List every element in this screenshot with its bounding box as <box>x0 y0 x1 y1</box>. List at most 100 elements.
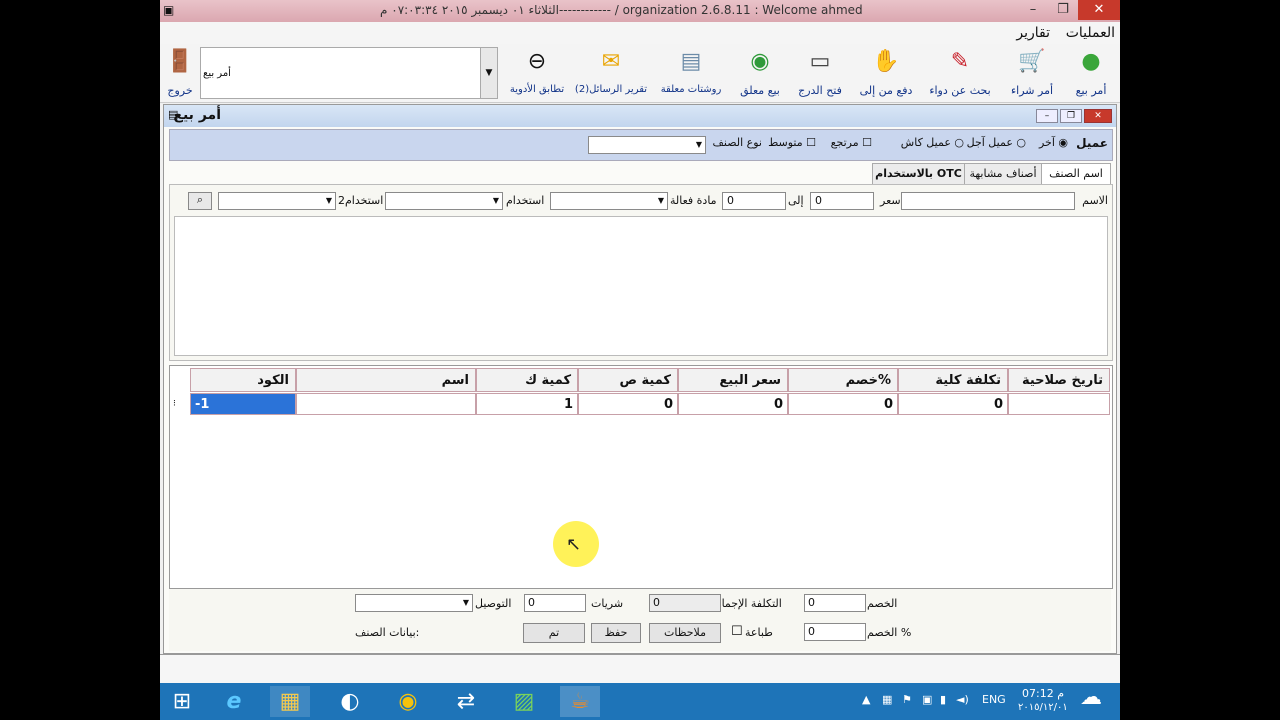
toolbar-payment[interactable]: ✋ دفع من إلى <box>852 46 920 100</box>
totals-panel: الخصم 0 التكلفة الإجمالية 0 شريات 0 التو… <box>169 589 1111 651</box>
maximize-button[interactable]: ❐ <box>1048 0 1078 20</box>
volume-icon[interactable]: ◄) <box>956 693 969 706</box>
save-button[interactable]: حفظ <box>591 623 641 643</box>
menu-operations[interactable]: العمليات <box>1066 25 1115 41</box>
child-maximize-button[interactable]: ❐ <box>1060 109 1082 123</box>
tray-flag-icon[interactable]: ⚑ <box>902 693 912 706</box>
taskbar-ie[interactable]: e <box>214 686 254 717</box>
tray-date[interactable]: ٢٠١٥/١٢/٠١ <box>1018 702 1068 713</box>
taskbar-java[interactable]: ☕ <box>560 686 600 717</box>
checkbox-icon: ☐ <box>862 136 872 149</box>
grid-header-qty-big[interactable]: كمية ك <box>476 368 578 392</box>
radio-cash-client[interactable]: عميل كاش ○ <box>901 136 964 149</box>
tab-otc-usage[interactable]: بالاستخدام OTC <box>872 163 965 184</box>
toolbar-sale-order[interactable]: ● أمر بيع <box>1064 46 1118 100</box>
radio-credit-client[interactable]: عميل آجل ○ <box>967 136 1026 149</box>
checkbox-icon: ☐ <box>806 136 816 149</box>
usage2-select[interactable]: ▼ <box>218 192 336 210</box>
tray-language[interactable]: ENG <box>982 693 1006 706</box>
minimize-button[interactable]: – <box>1018 0 1048 20</box>
grid-cell-sale-price[interactable]: 0 <box>678 393 788 415</box>
discount-percent-label: الخصم % <box>867 626 912 639</box>
folder-icon: ▦ <box>279 689 301 714</box>
messages-icon: ✉ <box>601 49 621 74</box>
strips-input[interactable]: 0 <box>524 594 586 612</box>
taskbar-teamviewer[interactable]: ⇄ <box>446 686 486 717</box>
grid-header-discount[interactable]: خصم% <box>788 368 898 392</box>
tab-similar-items[interactable]: أصناف مشابهة <box>964 163 1042 184</box>
menu-reports[interactable]: تقارير <box>1016 25 1050 41</box>
checkbox-returned[interactable]: مرتجع ☐ <box>831 136 872 149</box>
done-button[interactable]: تم <box>523 623 585 643</box>
purchase-cart-icon: 🛒 <box>1018 49 1046 74</box>
toolbar-purchase-order[interactable]: 🛒 أمر شراء <box>1002 46 1062 100</box>
start-button[interactable]: ⊞ <box>162 686 202 717</box>
grid-cell-code[interactable]: -1 <box>190 393 296 415</box>
chrome-icon: ◉ <box>398 689 418 714</box>
toolbar-pending-sale[interactable]: ◉ بيع معلق <box>732 46 788 100</box>
notes-button[interactable]: ملاحظات <box>649 623 721 643</box>
exit-button[interactable]: 🚪 خروج <box>162 46 198 100</box>
search-results-box[interactable] <box>174 216 1108 356</box>
tray-battery-icon[interactable]: ▮ <box>940 693 946 706</box>
total-cost-field: 0 <box>649 594 721 612</box>
internet-explorer-icon: e <box>226 689 242 714</box>
toolbar-messages-report[interactable]: ✉ تقرير الرسائل(2) <box>572 46 650 100</box>
menu-bar: العمليات تقارير <box>160 22 1120 44</box>
chevron-down-icon: ▼ <box>492 196 500 205</box>
chevron-down-icon[interactable]: ▼ <box>480 47 498 99</box>
close-button[interactable]: ✕ <box>1078 0 1120 20</box>
items-grid: الكود اسم كمية ك كمية ص سعر البيع خصم% ت… <box>169 365 1113 589</box>
taskbar-explorer[interactable]: ▦ <box>270 686 310 717</box>
child-minimize-button[interactable]: – <box>1036 109 1058 123</box>
toolbar: 🚪 خروج أمر بيع ▼ ⊖ تطابق الأدوية ✉ تقرير… <box>160 44 1120 103</box>
tray-time[interactable]: 07:12 م <box>1022 687 1064 700</box>
grid-header-total-cost[interactable]: تكلفة كلية <box>898 368 1008 392</box>
discount-percent-input[interactable]: 0 <box>804 623 866 641</box>
grid-header-qty-small[interactable]: كمية ص <box>578 368 678 392</box>
client-filter-bar: عميل آخر ◉ عميل آجل ○ عميل كاش ○ مرتجع ☐… <box>169 129 1113 161</box>
price-to-input[interactable]: 0 <box>722 192 786 210</box>
active-ingredient-select[interactable]: ▼ <box>550 192 668 210</box>
weather-icon[interactable]: ☁ <box>1080 685 1102 710</box>
toolbar-pending-prescriptions[interactable]: ▤ روشتات معلقة <box>654 46 728 100</box>
print-checkbox[interactable]: ☐ <box>731 624 743 639</box>
chart-app-icon: ▨ <box>513 689 535 714</box>
grid-cell-total-cost[interactable]: 0 <box>898 393 1008 415</box>
chevron-down-icon: ▼ <box>462 598 470 607</box>
grid-cell-qty-small[interactable]: 0 <box>578 393 678 415</box>
checkbox-medium[interactable]: متوسط ☐ <box>768 136 816 149</box>
toolbar-search-drug[interactable]: ✎ بحث عن دواء <box>922 46 998 100</box>
item-data-label: بيانات الصنف: <box>355 626 420 639</box>
search-button[interactable]: ⌕ <box>188 192 212 210</box>
price-from-input[interactable]: 0 <box>810 192 874 210</box>
taskbar-app[interactable]: ◐ <box>330 686 370 717</box>
module-combo[interactable]: أمر بيع <box>200 47 498 99</box>
exit-door-icon: 🚪 <box>166 49 194 74</box>
name-input[interactable] <box>901 192 1075 210</box>
radio-other[interactable]: آخر ◉ <box>1039 136 1068 149</box>
item-type-select[interactable]: ▼ <box>588 136 706 154</box>
taskbar-chrome[interactable]: ◉ <box>388 686 428 717</box>
toolbar-open-drawer[interactable]: ▭ فتح الدرج <box>790 46 850 100</box>
grid-cell-qty-big[interactable]: 1 <box>476 393 578 415</box>
grid-cell-discount[interactable]: 0 <box>788 393 898 415</box>
taskbar-pharmacy[interactable]: ▨ <box>504 686 544 717</box>
grid-header-sale-price[interactable]: سعر البيع <box>678 368 788 392</box>
usage-select[interactable]: ▼ <box>385 192 503 210</box>
tab-item-name[interactable]: اسم الصنف <box>1041 163 1111 184</box>
print-label: طباعة <box>745 626 773 639</box>
discount-input[interactable]: 0 <box>804 594 866 612</box>
toolbar-drug-match[interactable]: ⊖ تطابق الأدوية <box>505 46 569 100</box>
payment-icon: ✋ <box>872 49 900 74</box>
grid-cell-name[interactable] <box>296 393 476 415</box>
grid-header-expiry[interactable]: تاريخ صلاحية <box>1008 368 1110 392</box>
tray-network-icon[interactable]: ▦ <box>882 693 892 706</box>
tray-up-arrow-icon[interactable]: ▲ <box>862 693 870 706</box>
tray-display-icon[interactable]: ▣ <box>922 693 932 706</box>
grid-header-name[interactable]: اسم <box>296 368 476 392</box>
delivery-select[interactable]: ▼ <box>355 594 473 612</box>
grid-header-code[interactable]: الكود <box>190 368 296 392</box>
grid-cell-expiry[interactable] <box>1008 393 1110 415</box>
child-close-button[interactable]: ✕ <box>1084 109 1112 123</box>
